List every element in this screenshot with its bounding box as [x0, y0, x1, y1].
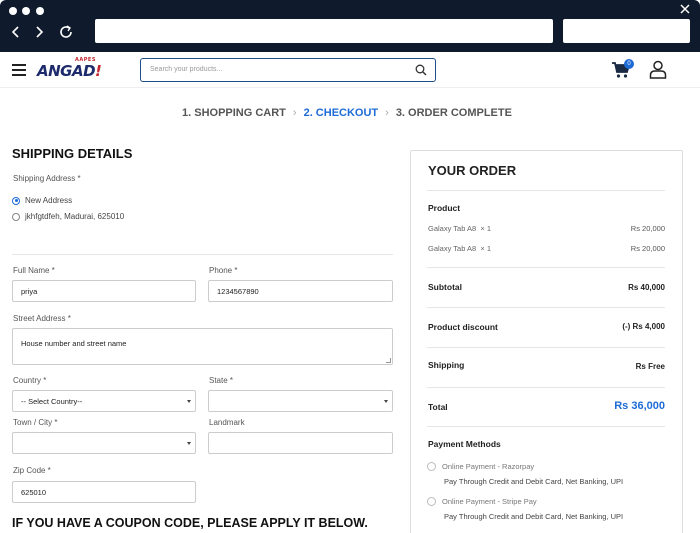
- divider: [427, 267, 665, 268]
- chevron-right-icon: ›: [292, 107, 297, 119]
- town-city-label: Town / City *: [13, 418, 58, 427]
- chevron-down-icon: [187, 400, 191, 403]
- divider: [427, 426, 665, 427]
- subtotal-value: Rs 40,000: [628, 283, 665, 292]
- country-selected-value: -- Select Country--: [21, 396, 83, 406]
- user-icon[interactable]: [649, 60, 667, 79]
- step-checkout[interactable]: 2. CHECKOUT: [304, 107, 379, 119]
- chevron-down-icon: [187, 442, 191, 445]
- address-option-saved[interactable]: jkhfgtdfeh, Madurai, 625010: [12, 212, 124, 221]
- discount-value: (-) Rs 4,000: [622, 322, 665, 331]
- subtotal-label: Subtotal: [428, 282, 462, 292]
- payment-option-label: Online Payment - Stripe Pay: [442, 497, 537, 506]
- window-dot[interactable]: [22, 7, 30, 15]
- divider: [427, 347, 665, 348]
- step-shopping-cart[interactable]: 1. SHOPPING CART: [182, 107, 286, 119]
- shipping-label: Shipping: [428, 360, 465, 370]
- full-name-label: Full Name *: [13, 266, 55, 275]
- total-label: Total: [428, 402, 448, 412]
- checkout-steps: 1. SHOPPING CART › 2. CHECKOUT › 3. ORDER CO…: [182, 107, 512, 119]
- forward-icon[interactable]: [31, 24, 47, 40]
- state-select[interactable]: [208, 390, 393, 412]
- shipping-details-title: SHIPPING DETAILS: [12, 146, 133, 161]
- chevron-down-icon: [384, 400, 388, 403]
- order-title: YOUR ORDER: [428, 163, 517, 178]
- zip-code-field[interactable]: 625010: [12, 481, 196, 503]
- step-order-complete: 3. ORDER COMPLETE: [395, 107, 512, 119]
- payment-option-label: Online Payment - Razorpay: [442, 462, 535, 471]
- phone-value: 1234567890: [217, 286, 259, 296]
- phone-label: Phone *: [209, 266, 238, 275]
- country-label: Country *: [13, 376, 47, 385]
- browser-side-field[interactable]: [563, 19, 690, 43]
- order-item-name: Galaxy Tab A8 × 1: [428, 244, 492, 253]
- close-icon[interactable]: [678, 2, 692, 16]
- product-header: Product: [428, 203, 461, 213]
- divider: [427, 307, 665, 308]
- chevron-right-icon: ›: [385, 107, 389, 119]
- street-address-field[interactable]: House number and street name: [12, 328, 393, 365]
- search-input[interactable]: Search your products...: [140, 58, 436, 82]
- search-placeholder: Search your products...: [150, 66, 223, 73]
- landmark-field[interactable]: [208, 432, 393, 454]
- radio-button[interactable]: [427, 497, 436, 506]
- payment-option-description: Pay Through Credit and Debit Card, Net B…: [444, 512, 624, 521]
- payment-methods-label: Payment Methods: [428, 439, 501, 449]
- payment-option-description: Pay Through Credit and Debit Card, Net B…: [444, 477, 624, 486]
- landmark-label: Landmark: [209, 418, 245, 427]
- radio-button[interactable]: [12, 196, 20, 205]
- radio-button[interactable]: [12, 212, 20, 221]
- address-option-label: jkhfgtdfeh, Madurai, 625010: [25, 212, 125, 221]
- shipping-address-label: Shipping Address *: [13, 174, 81, 183]
- resize-handle[interactable]: [386, 358, 391, 363]
- phone-field[interactable]: 1234567890: [208, 280, 393, 302]
- menu-icon[interactable]: [12, 64, 26, 76]
- payment-option-stripe[interactable]: Online Payment - Stripe Pay: [427, 497, 537, 506]
- street-address-placeholder: House number and street name: [21, 339, 127, 348]
- zip-code-label: Zip Code *: [13, 466, 51, 475]
- address-option-new[interactable]: New Address: [12, 196, 72, 205]
- window-dot[interactable]: [9, 7, 17, 15]
- reload-icon[interactable]: [58, 24, 74, 40]
- payment-option-razorpay[interactable]: Online Payment - Razorpay: [427, 462, 534, 471]
- street-address-label: Street Address *: [13, 314, 71, 323]
- logo-text: ANGAD!: [37, 62, 102, 80]
- address-option-label: New Address: [25, 196, 73, 205]
- full-name-value: priya: [21, 286, 38, 296]
- radio-button[interactable]: [427, 462, 436, 471]
- cart-count-badge: 0: [624, 59, 634, 69]
- back-icon[interactable]: [8, 24, 24, 40]
- discount-label: Product discount: [428, 322, 498, 332]
- divider: [12, 254, 393, 255]
- browser-chrome: [0, 0, 700, 52]
- zip-code-value: 625010: [21, 487, 47, 497]
- divider: [427, 190, 665, 191]
- order-item-price: Rs 20,000: [630, 244, 665, 253]
- country-select[interactable]: -- Select Country--: [12, 390, 196, 412]
- town-city-select[interactable]: [12, 432, 196, 454]
- window-dot[interactable]: [36, 7, 44, 15]
- order-item-price: Rs 20,000: [630, 224, 665, 233]
- full-name-field[interactable]: priya: [12, 280, 196, 302]
- address-bar[interactable]: [95, 19, 553, 43]
- shipping-value: Rs Free: [635, 362, 665, 371]
- total-value: Rs 36,000: [614, 400, 665, 412]
- divider: [427, 387, 665, 388]
- coupon-heading: IF YOU HAVE A COUPON CODE, PLEASE APPLY …: [12, 516, 368, 530]
- order-item-name: Galaxy Tab A8 × 1: [428, 224, 492, 233]
- search-icon[interactable]: [415, 64, 427, 76]
- state-label: State *: [209, 376, 234, 385]
